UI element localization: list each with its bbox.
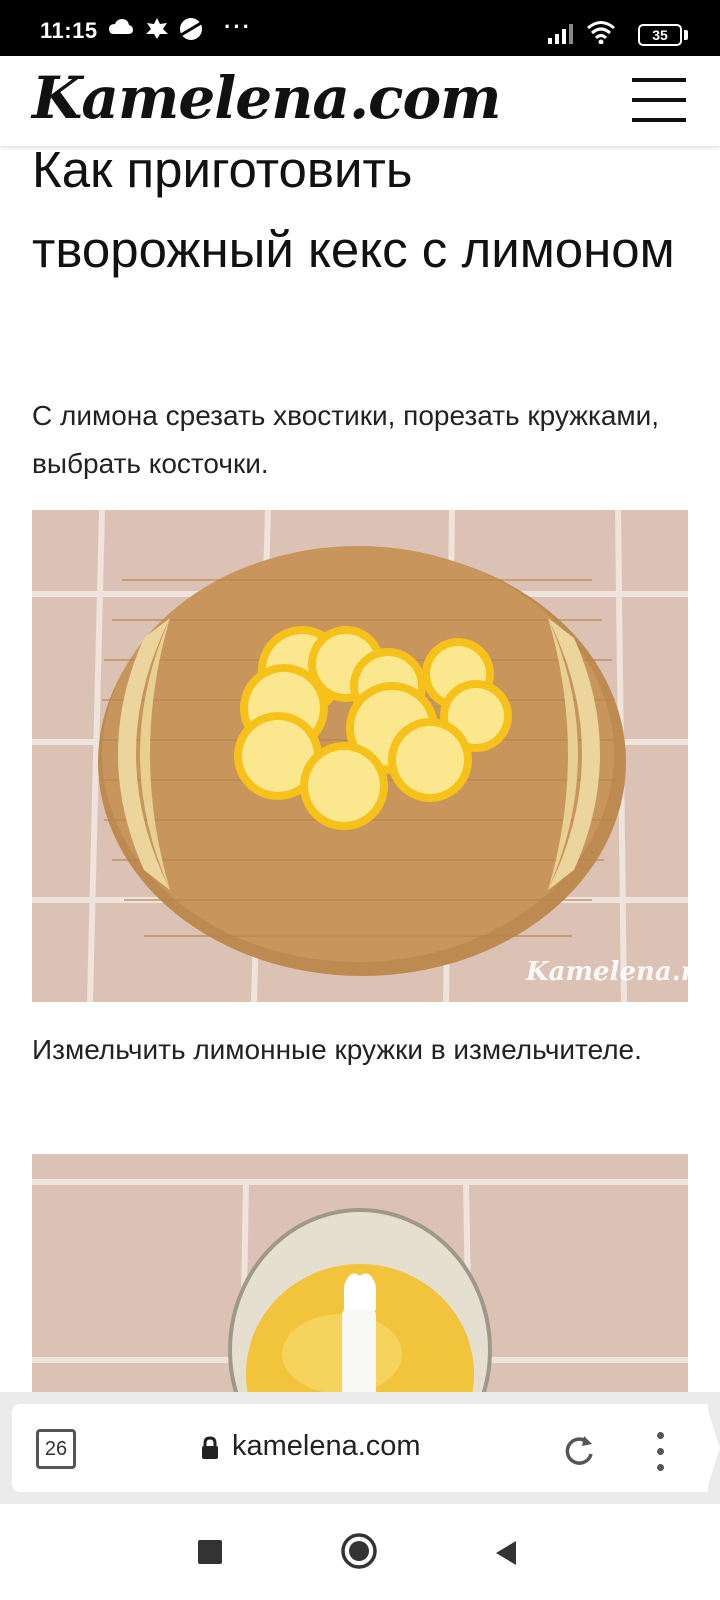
lock-icon — [200, 1436, 220, 1465]
article-content: Как приготовить творожный кекс с лимоном… — [32, 130, 688, 1414]
article-title: Как приготовить творожный кекс с лимоном — [32, 141, 675, 278]
step-2-text: Измельчить лимонные кружки в измельчител… — [32, 1034, 642, 1065]
step-1-photo: Kamelena.ru — [32, 510, 688, 1002]
status-time: 11:15 — [40, 18, 98, 43]
url-text[interactable]: kamelena.com — [232, 1430, 421, 1463]
hamburger-menu-icon[interactable] — [630, 78, 688, 124]
site-logo[interactable]: Kamelena.com — [32, 64, 502, 132]
step-1-text: С лимона срезать хвостики, порезать круж… — [32, 400, 660, 479]
battery-level: 35 — [652, 27, 668, 43]
browser-toolbar: 26 kamelena.com — [0, 1392, 720, 1504]
wifi-icon — [586, 20, 616, 49]
status-bar: 11:15 ··· 35 — [0, 0, 720, 56]
home-button[interactable] — [340, 1532, 378, 1575]
more-notifications-icon: ··· — [224, 14, 252, 39]
system-navigation-bar — [0, 1504, 720, 1600]
battery-indicator: 35 — [638, 24, 682, 46]
battery-cap — [684, 30, 688, 40]
recents-button[interactable] — [198, 1540, 222, 1564]
address-bar-tip — [706, 1404, 720, 1492]
planet-icon — [178, 16, 204, 47]
reload-icon[interactable] — [562, 1432, 596, 1473]
leaf-icon — [144, 16, 170, 45]
cloud-icon — [108, 16, 134, 43]
tab-switcher-button[interactable]: 26 — [36, 1429, 76, 1469]
step-2-photo — [32, 1154, 688, 1414]
more-vert-icon[interactable] — [652, 1432, 668, 1472]
site-header: Kamelena.com — [0, 56, 720, 146]
back-button[interactable] — [494, 1540, 518, 1571]
signal-icon — [548, 22, 576, 49]
photo-watermark: Kamelena.ru — [525, 957, 688, 987]
